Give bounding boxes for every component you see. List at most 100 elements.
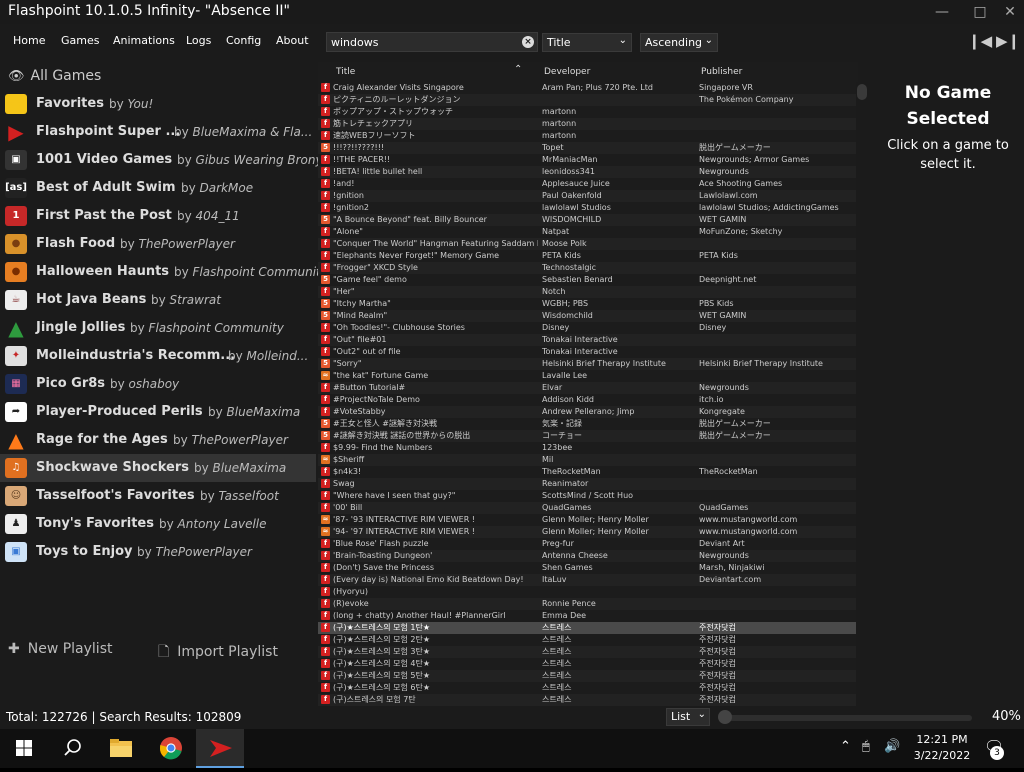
file-explorer-button[interactable] [97,729,145,768]
table-row[interactable]: 5!!!??!!????!!! Topet 脱出ゲームメーカー [318,142,856,154]
table-row[interactable]: f #Button Tutorial# Elvar Newgrounds [318,382,856,394]
column-header-publisher[interactable]: Publisher [701,67,742,77]
column-header-developer[interactable]: Developer [544,67,590,77]
table-row[interactable]: 5 "Game feel" demo Sebastien Benard Deepnig… [318,274,856,286]
table-row[interactable]: f 'Brain-Toasting Dungeon' Antenna Cheese N… [318,550,856,562]
scrollbar-thumb[interactable] [857,84,867,100]
search-input[interactable]: windows × [326,32,538,52]
all-games-item[interactable]: 👁 All Games [8,68,101,84]
table-row[interactable]: f '00' Bill QuadGames QuadGames [318,502,856,514]
table-row[interactable]: f "Elephants Never Forget!" Memory Game PE… [318,250,856,262]
table-row[interactable]: ≈ "the kat" Fortune Game Lavalle Lee [318,370,856,382]
column-header-title[interactable]: Title [336,67,355,77]
table-row[interactable]: f ポップアップ・ストップウォッチ martonn [318,106,856,118]
maximize-icon[interactable]: □ [970,2,990,22]
table-row[interactable]: f !gnition Paul Oakenfold Lawlolawl.com [318,190,856,202]
table-row[interactable]: f (구)★스트레스의 모험 5탄★ 스트레스 주전자닷컴 [318,670,856,682]
playlist-item[interactable]: ☺ Tasselfoot's Favorites by Tasselfoot [0,482,316,510]
table-row[interactable]: f (long + chatty) Another Haul! #PlannerG… [318,610,856,622]
sort-field-select[interactable]: Title ⌄ [542,33,632,52]
table-row[interactable]: 5 "Sorry" Helsinki Brief Therapy Institute… [318,358,856,370]
table-row[interactable]: f "Conquer The World" Hangman Featuring S… [318,238,856,250]
playlist-item[interactable]: ➦ Player-Produced Perils by BlueMaxima [0,398,316,426]
table-row[interactable]: f 'Blue Rose' Flash puzzle Preg-fur Deviant… [318,538,856,550]
menu-about[interactable]: About [276,34,309,47]
table-row[interactable]: ≈ $Sheriff Mil [318,454,856,466]
toggle-right-sidebar-icon[interactable]: ▶❙ [996,31,1020,51]
table-row[interactable]: f $9.99- Find the Numbers 123bee [318,442,856,454]
table-row[interactable]: f "Out2" out of file Tonakai Interactive [318,346,856,358]
sort-order-select[interactable]: Ascending ⌄ [640,33,718,52]
table-row[interactable]: 5 #謎解き対決戦 謎話の世界からの脱出 コーチョー 脱出ゲームメーカー [318,430,856,442]
playlist-item[interactable]: ♟ Tony's Favorites by Antony Lavelle [0,510,316,538]
playlist-item[interactable]: ▲ Jingle Jollies by Flashpoint Community [0,314,316,342]
table-row[interactable]: f "Frogger" XKCD Style Technostalgic [318,262,856,274]
table-row[interactable]: f "Alone" Natpat MoFunZone; Sketchy [318,226,856,238]
table-row[interactable]: f "Oh Toodles!"- Clubhouse Stories Disney D… [318,322,856,334]
table-row[interactable]: ≈ '87- '93 INTERACTIVE RIM VIEWER ! Glenn … [318,514,856,526]
taskbar-search-button[interactable] [48,729,96,768]
clear-search-icon[interactable]: × [522,36,534,48]
table-row[interactable]: ≈ '94- '97 INTERACTIVE RIM VIEWER ! Glenn … [318,526,856,538]
table-row[interactable]: f ピクティニのルーレットダンジョン The Pokémon Company [318,94,856,106]
table-row[interactable]: f !BETA! little bullet hell leonidoss341 Ne… [318,166,856,178]
minimize-icon[interactable]: — [932,2,952,22]
playlist-item[interactable]: ● Flash Food by ThePowerPlayer [0,230,316,258]
playlist-item[interactable]: ✦ Molleindustria's Recomm... by Molleind..… [0,342,316,370]
playlist-item[interactable]: ♫ Shockwave Shockers by BlueMaxima [0,454,316,482]
list-scrollbar[interactable] [856,82,870,706]
sort-ascending-icon[interactable]: ⌃ [514,64,522,75]
chrome-button[interactable] [146,729,194,768]
view-mode-select[interactable]: List ⌄ [666,708,710,726]
table-row[interactable]: f "Where have I seen that guy?" ScottsMind… [318,490,856,502]
playlist-item[interactable]: ● Halloween Haunts by Flashpoint Community [0,258,328,286]
table-row[interactable]: f (구)스트레스의 모험 7탄 스트레스 주전자닷컴 [318,694,856,706]
menu-games[interactable]: Games [61,34,99,47]
table-row[interactable]: 5 "A Bounce Beyond" feat. Billy Bouncer WI… [318,214,856,226]
playlist-item[interactable]: ▦ Pico Gr8s by oshaboy [0,370,316,398]
zoom-slider-thumb[interactable] [718,710,732,724]
table-row[interactable]: f Craig Alexander Visits Singapore Aram Pa… [318,82,856,94]
table-row[interactable]: f (구)★스트레스의 모험 6탄★ 스트레스 주전자닷컴 [318,682,856,694]
table-row[interactable]: 5 "Itchy Martha" WGBH; PBS PBS Kids [318,298,856,310]
playlist-item[interactable]: 1 First Past the Post by 404_11 [0,202,316,230]
table-row[interactable]: 5 #王女と怪人 #謎解き対決戦 気楽・記録 脱出ゲームメーカー [318,418,856,430]
playlist-item[interactable]: ★ Favorites by You! [0,90,316,118]
table-row[interactable]: f (구)★스트레스의 모험 4탄★ 스트레스 주전자닷컴 [318,658,856,670]
show-hidden-icons-icon[interactable]: ⌃ [840,739,851,754]
table-row[interactable]: f (구)★스트레스의 모험 2탄★ 스트레스 주전자닷컴 [318,634,856,646]
table-row[interactable]: f $n4k3! TheRocketMan TheRocketMan [318,466,856,478]
zoom-slider[interactable] [720,715,972,721]
table-row[interactable]: f #ProjectNoTale Demo Addison Kidd itch.io [318,394,856,406]
menu-config[interactable]: Config [226,34,261,47]
playlist-item[interactable]: ▲ Rage for the Ages by ThePowerPlayer [0,426,316,454]
volume-icon[interactable]: 🔊 [884,739,900,754]
toggle-left-sidebar-icon[interactable]: ❙◀ [968,31,992,51]
playlist-item[interactable]: ▶ Flashpoint Super ... by BlueMaxima & Fla… [0,118,316,146]
table-row[interactable]: f (Don't) Save the Princess Shen Games Mars… [318,562,856,574]
table-row[interactable]: f (구)★스트레스의 모험 1탄★ 스트레스 주전자닷컴 [318,622,856,634]
table-row[interactable]: f !!THE PACER!! MrManiacMan Newgrounds; Arm… [318,154,856,166]
close-icon[interactable]: ✕ [1000,2,1020,22]
table-row[interactable]: f !gnition2 lawlolawl Studios lawlolawl Stu… [318,202,856,214]
table-row[interactable]: f (Every day is) National Emo Kid Beatdow… [318,574,856,586]
new-playlist-button[interactable]: ✚ New Playlist [8,641,112,657]
clock[interactable]: 12:21 PM 3/22/2022 [906,732,978,764]
table-row[interactable]: f (구)★스트레스의 모험 3탄★ 스트레스 주전자닷컴 [318,646,856,658]
table-row[interactable]: f Swag Reanimator [318,478,856,490]
import-playlist-button[interactable]: 🗋 Import Playlist [158,641,278,665]
table-row[interactable]: f (Hyoryu) [318,586,856,598]
start-button[interactable] [0,729,48,768]
playlist-item[interactable]: [as] Best of Adult Swim by DarkMoe [0,174,316,202]
flashpoint-taskbar-button[interactable] [196,729,244,768]
table-row[interactable]: f (R)evoke Ronnie Pence [318,598,856,610]
table-row[interactable]: f !and! Applesauce Juice Ace Shooting Games [318,178,856,190]
table-row[interactable]: f "Her" Notch [318,286,856,298]
table-row[interactable]: f #VoteStabby Andrew Pellerano; Jimp Kongre… [318,406,856,418]
menu-logs[interactable]: Logs [186,34,211,47]
menu-home[interactable]: Home [13,34,45,47]
table-row[interactable]: f 速読WEBフリーソフト martonn [318,130,856,142]
playlist-item[interactable]: ☕ Hot Java Beans by Strawrat [0,286,316,314]
table-row[interactable]: f 筋トレチェックアプリ martonn [318,118,856,130]
network-icon[interactable]: 🖱 [862,739,870,754]
